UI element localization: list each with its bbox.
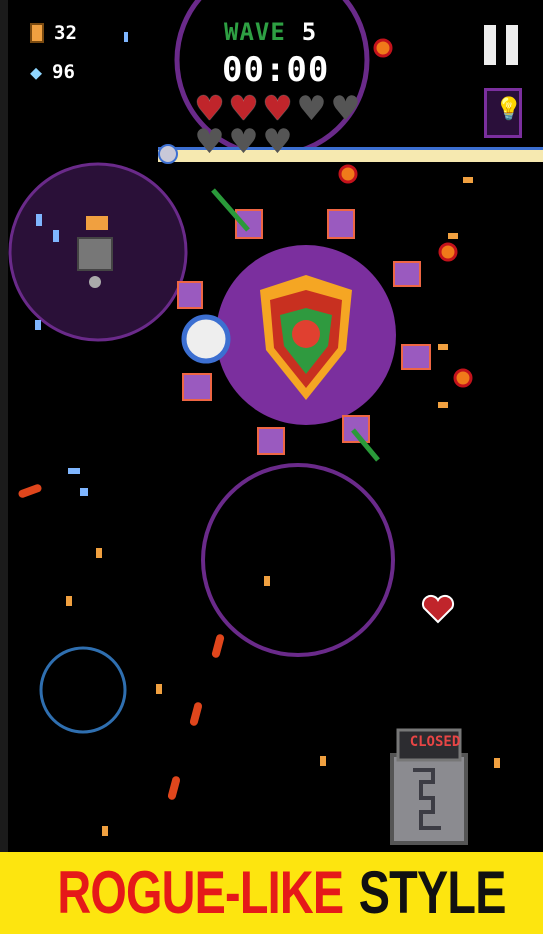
boss-core	[292, 320, 320, 348]
gem-counter: ◆ 96	[30, 60, 75, 84]
blue-ring	[39, 646, 127, 734]
pause-icon	[484, 25, 496, 65]
game-playfield[interactable]: 32 ◆ 96 WAVE 5 00:00 ♥ ♥ ♥ ♥ ♥ ♥ ♥ ♥ 💡 CLOSED	[8, 0, 543, 852]
health-hearts: ♥ ♥ ♥ ♥ ♥ ♥ ♥ ♥	[194, 89, 364, 162]
heart-icon: ♥	[262, 122, 293, 162]
heart-icon: ♥	[296, 89, 327, 129]
capsules	[18, 484, 225, 800]
banner-text-rogue-like: ROGUE-LIKE	[57, 859, 344, 926]
purple-ring-bottom	[201, 463, 395, 657]
wave-indicator: WAVE 5	[224, 18, 317, 46]
laser-emitter	[158, 144, 178, 164]
gem-count: 96	[52, 61, 75, 83]
wave-label: WAVE	[224, 18, 286, 46]
heart-icon: ♥	[262, 89, 293, 129]
hint-book-button[interactable]: 💡	[484, 88, 522, 138]
banner-text-style: STYLE	[358, 859, 506, 926]
wave-timer: 00:00	[222, 50, 330, 90]
heart-icon: ♥	[228, 122, 259, 162]
heart-icon: ♥	[194, 89, 225, 129]
diamond-icon: ◆	[30, 60, 43, 84]
heart-icon: ♥	[194, 122, 225, 162]
coin-icon	[30, 23, 44, 43]
gate-closed-label: CLOSED	[409, 734, 461, 750]
coin-counter: 32	[30, 22, 77, 44]
coin-count: 32	[54, 22, 77, 44]
wave-number: 5	[301, 18, 318, 46]
left-edge-strip	[0, 0, 8, 934]
heart-icon: ♥	[228, 89, 259, 129]
lightbulb-book-icon: 💡	[495, 97, 523, 122]
pause-button[interactable]	[484, 25, 520, 65]
orbit-orb	[181, 314, 231, 364]
promo-banner: ROGUE-LIKE STYLE	[0, 852, 543, 934]
heart-pickup	[421, 594, 455, 624]
heart-icon: ♥	[330, 89, 361, 129]
